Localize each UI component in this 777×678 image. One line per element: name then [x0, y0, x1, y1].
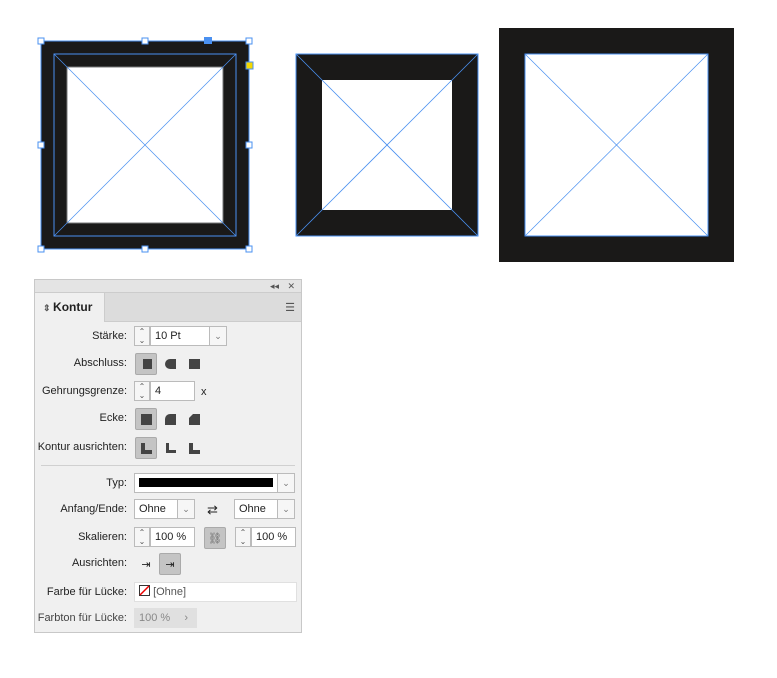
farbe-label: Farbe für Lücke: [46, 586, 127, 598]
kontur-ausrichten-label: Kontur ausrichten: [37, 441, 127, 453]
ecke-label: Ecke: [99, 412, 127, 424]
farbe-value: [Ohne] [153, 586, 187, 598]
place-arrow-button[interactable]: ⇥ [159, 553, 181, 575]
swap-icon[interactable]: ⇄ [207, 502, 218, 518]
ende-dropdown[interactable]: ⌄ [277, 499, 295, 519]
miter-join-button[interactable] [135, 408, 157, 430]
align-center-button[interactable] [135, 437, 157, 459]
panel-title-bar[interactable]: ◂◂ ✕ [35, 280, 301, 293]
skalieren-label: Skalieren: [78, 531, 127, 543]
typ-label: Typ: [106, 477, 127, 489]
tab-kontur[interactable]: ⇕ Kontur [35, 293, 105, 322]
ausrichten-label: Ausrichten: [71, 557, 127, 569]
solid-line-preview [139, 478, 273, 487]
align-inside-button[interactable] [159, 437, 181, 459]
gehrung-label: Gehrungsgrenze: [42, 385, 127, 397]
extend-arrow-button[interactable]: ⇥ [135, 553, 157, 575]
center-point-handle[interactable] [204, 37, 212, 44]
divider [41, 465, 295, 466]
ende-select[interactable]: Ohne [234, 499, 278, 519]
staerke-input[interactable]: 10 Pt [150, 326, 210, 346]
close-icon[interactable]: ✕ [287, 280, 295, 292]
anfang-select[interactable]: Ohne [134, 499, 178, 519]
anfang-label: Anfang/Ende: [60, 503, 127, 515]
abschluss-label: Abschluss: [73, 357, 127, 369]
gehrung-suffix: x [201, 386, 207, 398]
document-canvas [37, 28, 734, 262]
link-icon[interactable]: ⛓ [204, 527, 226, 549]
round-cap-button[interactable] [159, 353, 181, 375]
farbe-select[interactable]: [Ohne] [134, 582, 297, 602]
corner-option-handle[interactable] [245, 61, 254, 70]
skalieren-end-input[interactable]: 100 % [251, 527, 296, 547]
expand-icon: ⇕ [43, 303, 54, 313]
butt-cap-button[interactable] [135, 353, 157, 375]
round-join-button[interactable] [159, 408, 181, 430]
align-outside-button[interactable] [183, 437, 205, 459]
skalieren-start-input[interactable]: 100 % [150, 527, 195, 547]
collapse-icon[interactable]: ◂◂ [270, 280, 279, 292]
panel-menu-icon[interactable]: ☰ [285, 301, 295, 314]
typ-dropdown[interactable]: ⌄ [277, 473, 295, 493]
chevron-right-icon: › [184, 612, 188, 624]
skalieren-start-stepper[interactable]: ⌃ ⌄ [134, 527, 150, 547]
gehrung-input[interactable]: 4 [150, 381, 195, 401]
square-selected[interactable] [37, 37, 254, 253]
gehrung-stepper[interactable]: ⌃ ⌄ [134, 381, 150, 401]
square-outside-stroke[interactable] [499, 28, 734, 262]
tab-label: Kontur [53, 300, 93, 314]
skalieren-end-stepper[interactable]: ⌃ ⌄ [235, 527, 251, 547]
farbton-value: 100 % [139, 612, 171, 624]
staerke-dropdown[interactable]: ⌄ [209, 326, 227, 346]
farbton-label: Farbton für Lücke: [37, 612, 127, 624]
square-inside-stroke[interactable] [295, 53, 479, 237]
projecting-cap-button[interactable] [183, 353, 205, 375]
stroke-panel: ◂◂ ✕ ⇕ Kontur ☰ Stärke: ⌃ ⌄ 10 Pt ⌄ Absch… [34, 279, 302, 633]
farbton-input: 100 % › [134, 608, 197, 628]
bevel-join-button[interactable] [183, 408, 205, 430]
staerke-stepper[interactable]: ⌃ ⌄ [134, 326, 150, 346]
staerke-label: Stärke: [92, 330, 127, 342]
typ-select[interactable] [134, 473, 278, 493]
none-swatch-icon [139, 585, 150, 596]
anfang-dropdown[interactable]: ⌄ [177, 499, 195, 519]
